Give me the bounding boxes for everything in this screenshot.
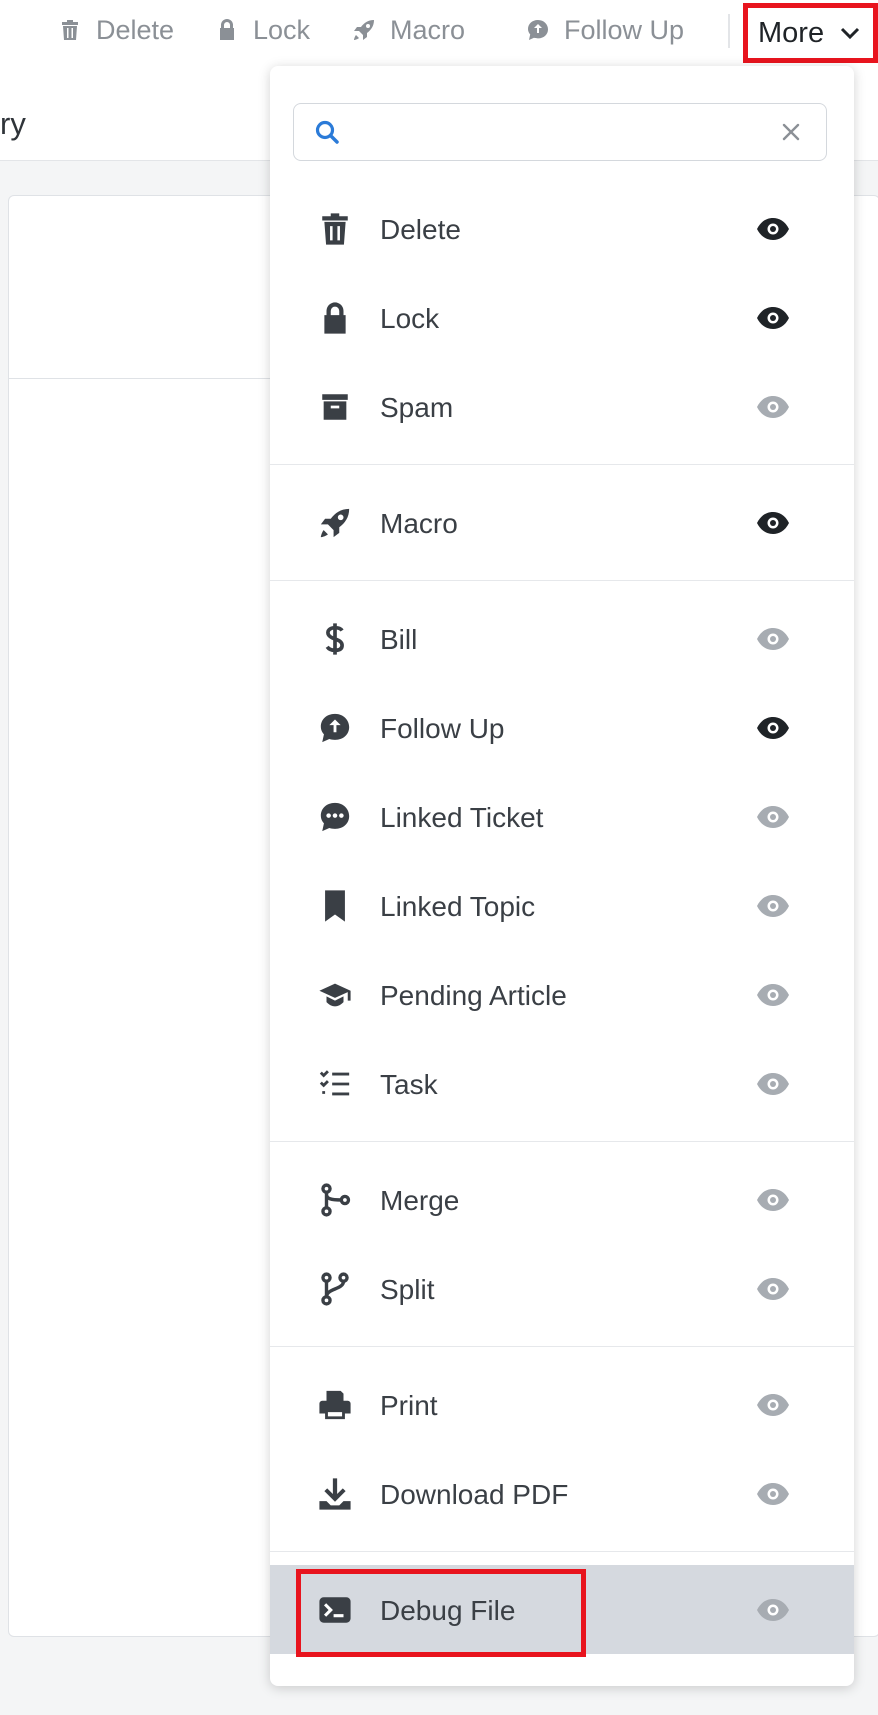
menu-item-follow-up[interactable]: Follow Up xyxy=(270,683,854,772)
eye-icon[interactable] xyxy=(755,305,791,331)
eye-muted-icon[interactable] xyxy=(755,394,791,420)
eye-muted-icon[interactable] xyxy=(755,982,791,1008)
menu-item-label: Merge xyxy=(380,1185,460,1216)
bookmark-icon xyxy=(318,889,352,923)
page-title: ry xyxy=(0,106,26,141)
eye-muted-icon[interactable] xyxy=(755,626,791,652)
follow-up-icon xyxy=(318,711,352,745)
menu-item-linked-topic[interactable]: Linked Topic xyxy=(270,861,854,950)
menu-item-label: Linked Ticket xyxy=(380,802,544,833)
trash-icon xyxy=(62,20,78,40)
comment-dots-icon xyxy=(318,800,352,834)
menu-separator xyxy=(270,1551,854,1552)
merge-icon xyxy=(318,1183,352,1217)
close-icon[interactable] xyxy=(781,122,801,142)
archive-icon xyxy=(318,390,352,424)
menu-item-label: Split xyxy=(380,1274,435,1305)
menu-item-label: Print xyxy=(380,1390,438,1421)
lock-icon xyxy=(318,301,352,335)
menu-item-label: Bill xyxy=(380,624,418,655)
terminal-icon xyxy=(318,1593,352,1627)
eye-muted-icon[interactable] xyxy=(755,1597,791,1623)
menu-item-label: Download PDF xyxy=(380,1479,569,1510)
eye-muted-icon[interactable] xyxy=(755,1481,791,1507)
menu-item-label: Pending Article xyxy=(380,980,567,1011)
menu-item-macro[interactable]: Macro xyxy=(270,478,854,567)
menu-item-label: Delete xyxy=(380,214,461,245)
menu-separator xyxy=(270,464,854,465)
menu-item-lock[interactable]: Lock xyxy=(270,273,854,362)
menu-separator xyxy=(270,1346,854,1347)
menu-separator xyxy=(270,580,854,581)
lock-button[interactable]: Lock xyxy=(215,10,310,50)
menu-item-bill[interactable]: Bill xyxy=(270,594,854,683)
graduation-cap-icon xyxy=(318,978,352,1012)
menu-item-pending-article[interactable]: Pending Article xyxy=(270,950,854,1039)
menu-item-print[interactable]: Print xyxy=(270,1360,854,1449)
eye-muted-icon[interactable] xyxy=(755,804,791,830)
menu-item-split[interactable]: Split xyxy=(270,1244,854,1333)
search-box xyxy=(293,103,827,161)
menu-separator xyxy=(270,1141,854,1142)
rocket-icon xyxy=(354,20,374,40)
menu-item-debug-file[interactable]: Debug File xyxy=(270,1565,854,1657)
follow-up-button[interactable]: Follow Up xyxy=(526,10,684,50)
menu-item-label: Linked Topic xyxy=(380,891,536,922)
download-icon xyxy=(318,1477,352,1511)
menu-item-label: Lock xyxy=(380,303,440,334)
menu-item-task[interactable]: Task xyxy=(270,1039,854,1128)
menu-item-label: Macro xyxy=(380,508,458,539)
menu-list: Delete Lock Spam Macro Bill Follow Up Linked T… xyxy=(270,184,854,1657)
eye-icon[interactable] xyxy=(755,715,791,741)
dollar-icon xyxy=(318,622,352,656)
search-input[interactable] xyxy=(350,112,774,152)
trash-icon xyxy=(318,212,352,246)
lock-label: Lock xyxy=(253,14,311,45)
menu-item-label: Debug File xyxy=(380,1595,516,1626)
menu-item-label: Task xyxy=(380,1069,438,1100)
eye-muted-icon[interactable] xyxy=(755,893,791,919)
lock-icon xyxy=(220,19,234,40)
divider xyxy=(9,378,309,379)
toolbar-divider xyxy=(728,14,730,48)
more-dropdown: Delete Lock Spam Macro Bill Follow Up Linked T… xyxy=(270,66,854,1686)
delete-button[interactable]: Delete xyxy=(58,10,174,50)
follow-up-icon xyxy=(528,20,548,40)
delete-label: Delete xyxy=(96,14,175,45)
follow-up-label: Follow Up xyxy=(564,14,685,45)
menu-item-linked-ticket[interactable]: Linked Ticket xyxy=(270,772,854,861)
chevron-down-icon xyxy=(841,27,860,40)
print-icon xyxy=(318,1388,352,1422)
rocket-icon xyxy=(318,506,352,540)
task-list-icon xyxy=(318,1067,352,1101)
eye-icon[interactable] xyxy=(755,216,791,242)
search-icon xyxy=(315,120,339,144)
menu-item-download-pdf[interactable]: Download PDF xyxy=(270,1449,854,1538)
split-icon xyxy=(318,1272,352,1306)
eye-muted-icon[interactable] xyxy=(755,1071,791,1097)
macro-button[interactable]: Macro xyxy=(352,10,465,50)
menu-item-merge[interactable]: Merge xyxy=(270,1155,854,1244)
eye-muted-icon[interactable] xyxy=(755,1187,791,1213)
macro-label: Macro xyxy=(390,14,466,45)
menu-item-delete[interactable]: Delete xyxy=(270,184,854,273)
menu-item-label: Spam xyxy=(380,392,454,423)
more-button[interactable]: More xyxy=(743,3,878,63)
menu-item-label: Follow Up xyxy=(380,713,505,744)
eye-muted-icon[interactable] xyxy=(755,1276,791,1302)
more-label: More xyxy=(758,16,825,49)
eye-muted-icon[interactable] xyxy=(755,1392,791,1418)
menu-item-spam[interactable]: Spam xyxy=(270,362,854,451)
eye-icon[interactable] xyxy=(755,510,791,536)
